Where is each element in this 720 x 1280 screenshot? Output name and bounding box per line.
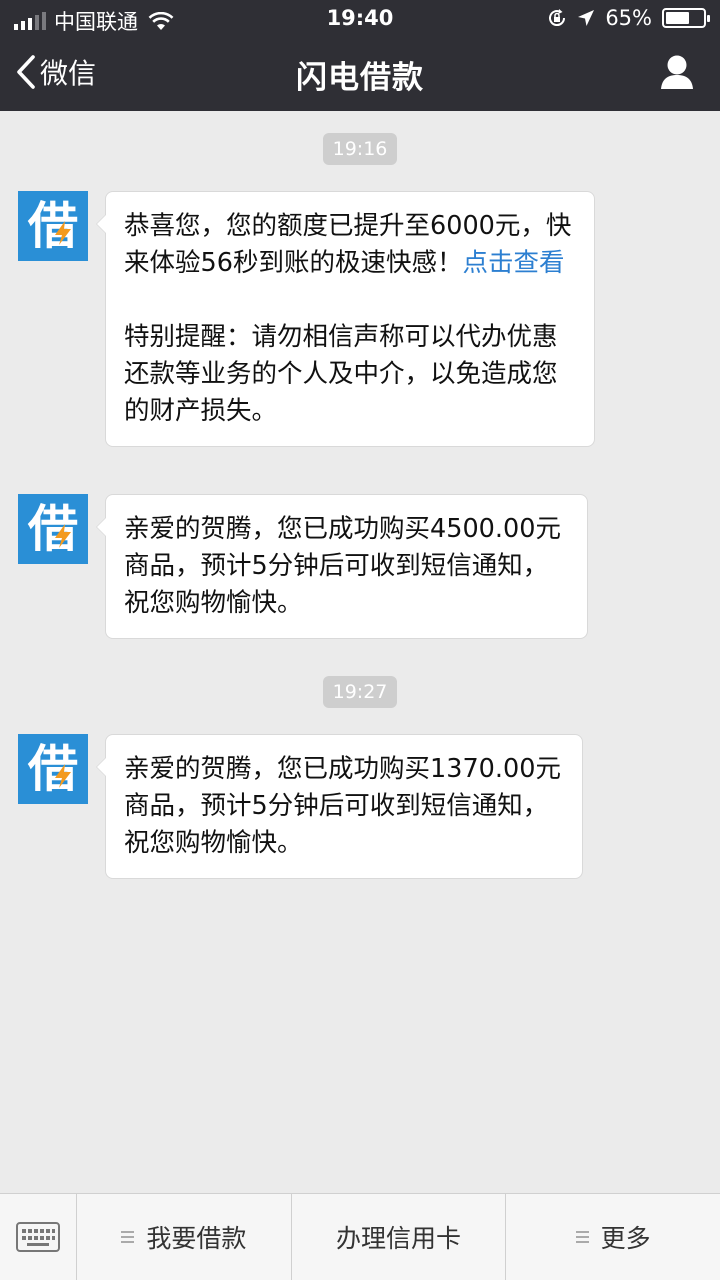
keyboard-icon [16,1222,60,1252]
keyboard-toggle-button[interactable] [0,1194,77,1280]
avatar[interactable]: 借 [18,734,88,804]
menu-loan-button[interactable]: 我要借款 [77,1194,292,1280]
navigation-bar: 微信 闪电借款 [0,38,720,111]
location-arrow-icon [578,10,595,26]
message-bubble[interactable]: 亲爱的贺腾，您已成功购买4500.00元商品，预计5分钟后可收到短信通知，祝您购… [96,494,588,639]
timestamp: 19:27 [0,676,720,708]
menu-more-button[interactable]: 更多 [506,1194,720,1280]
submenu-icon [121,1228,135,1246]
view-details-link[interactable]: 点击查看 [462,248,564,278]
message-text: 特别提醒：请勿相信声称可以代办优惠还款等业务的个人及中介，以免造成您的财产损失。 [124,322,558,426]
message-text: 亲爱的贺腾，您已成功购买1370.00元商品，预计5分钟后可收到短信通知，祝您购… [124,754,561,858]
top-bar: 中国联通 19:40 65% 微信 闪电借款 [0,0,720,111]
lightning-bolt-icon [55,524,71,548]
menu-credit-card-button[interactable]: 办理信用卡 [292,1194,507,1280]
timestamp: 19:16 [0,133,720,165]
lightning-bolt-icon [55,764,71,788]
message-bubble[interactable]: 恭喜您，您的额度已提升至6000元，快来体验56秒到账的极速快感！点击查看 特别… [96,191,595,447]
battery-percent: 65% [605,6,652,30]
avatar[interactable]: 借 [18,191,88,261]
lightning-bolt-icon [55,221,71,245]
avatar[interactable]: 借 [18,494,88,564]
battery-icon [662,8,710,28]
battery-fill [666,12,689,24]
bottom-menu-bar: 我要借款 办理信用卡 更多 [0,1193,720,1280]
message-text: 亲爱的贺腾，您已成功购买4500.00元商品，预计5分钟后可收到短信通知，祝您购… [124,514,561,618]
submenu-icon [575,1228,589,1246]
page-title: 闪电借款 [296,60,424,96]
profile-button[interactable] [660,54,694,94]
status-bar: 中国联通 19:40 65% [0,0,720,38]
message-bubble[interactable]: 亲爱的贺腾，您已成功购买1370.00元商品，预计5分钟后可收到短信通知，祝您购… [96,734,583,879]
status-right: 65% [547,6,710,30]
person-icon [661,55,693,89]
chat-area[interactable]: 19:16 借 恭喜您，您的额度已提升至6000元，快来体验56秒到账的极速快感… [0,111,720,1193]
rotation-lock-icon [549,9,566,27]
